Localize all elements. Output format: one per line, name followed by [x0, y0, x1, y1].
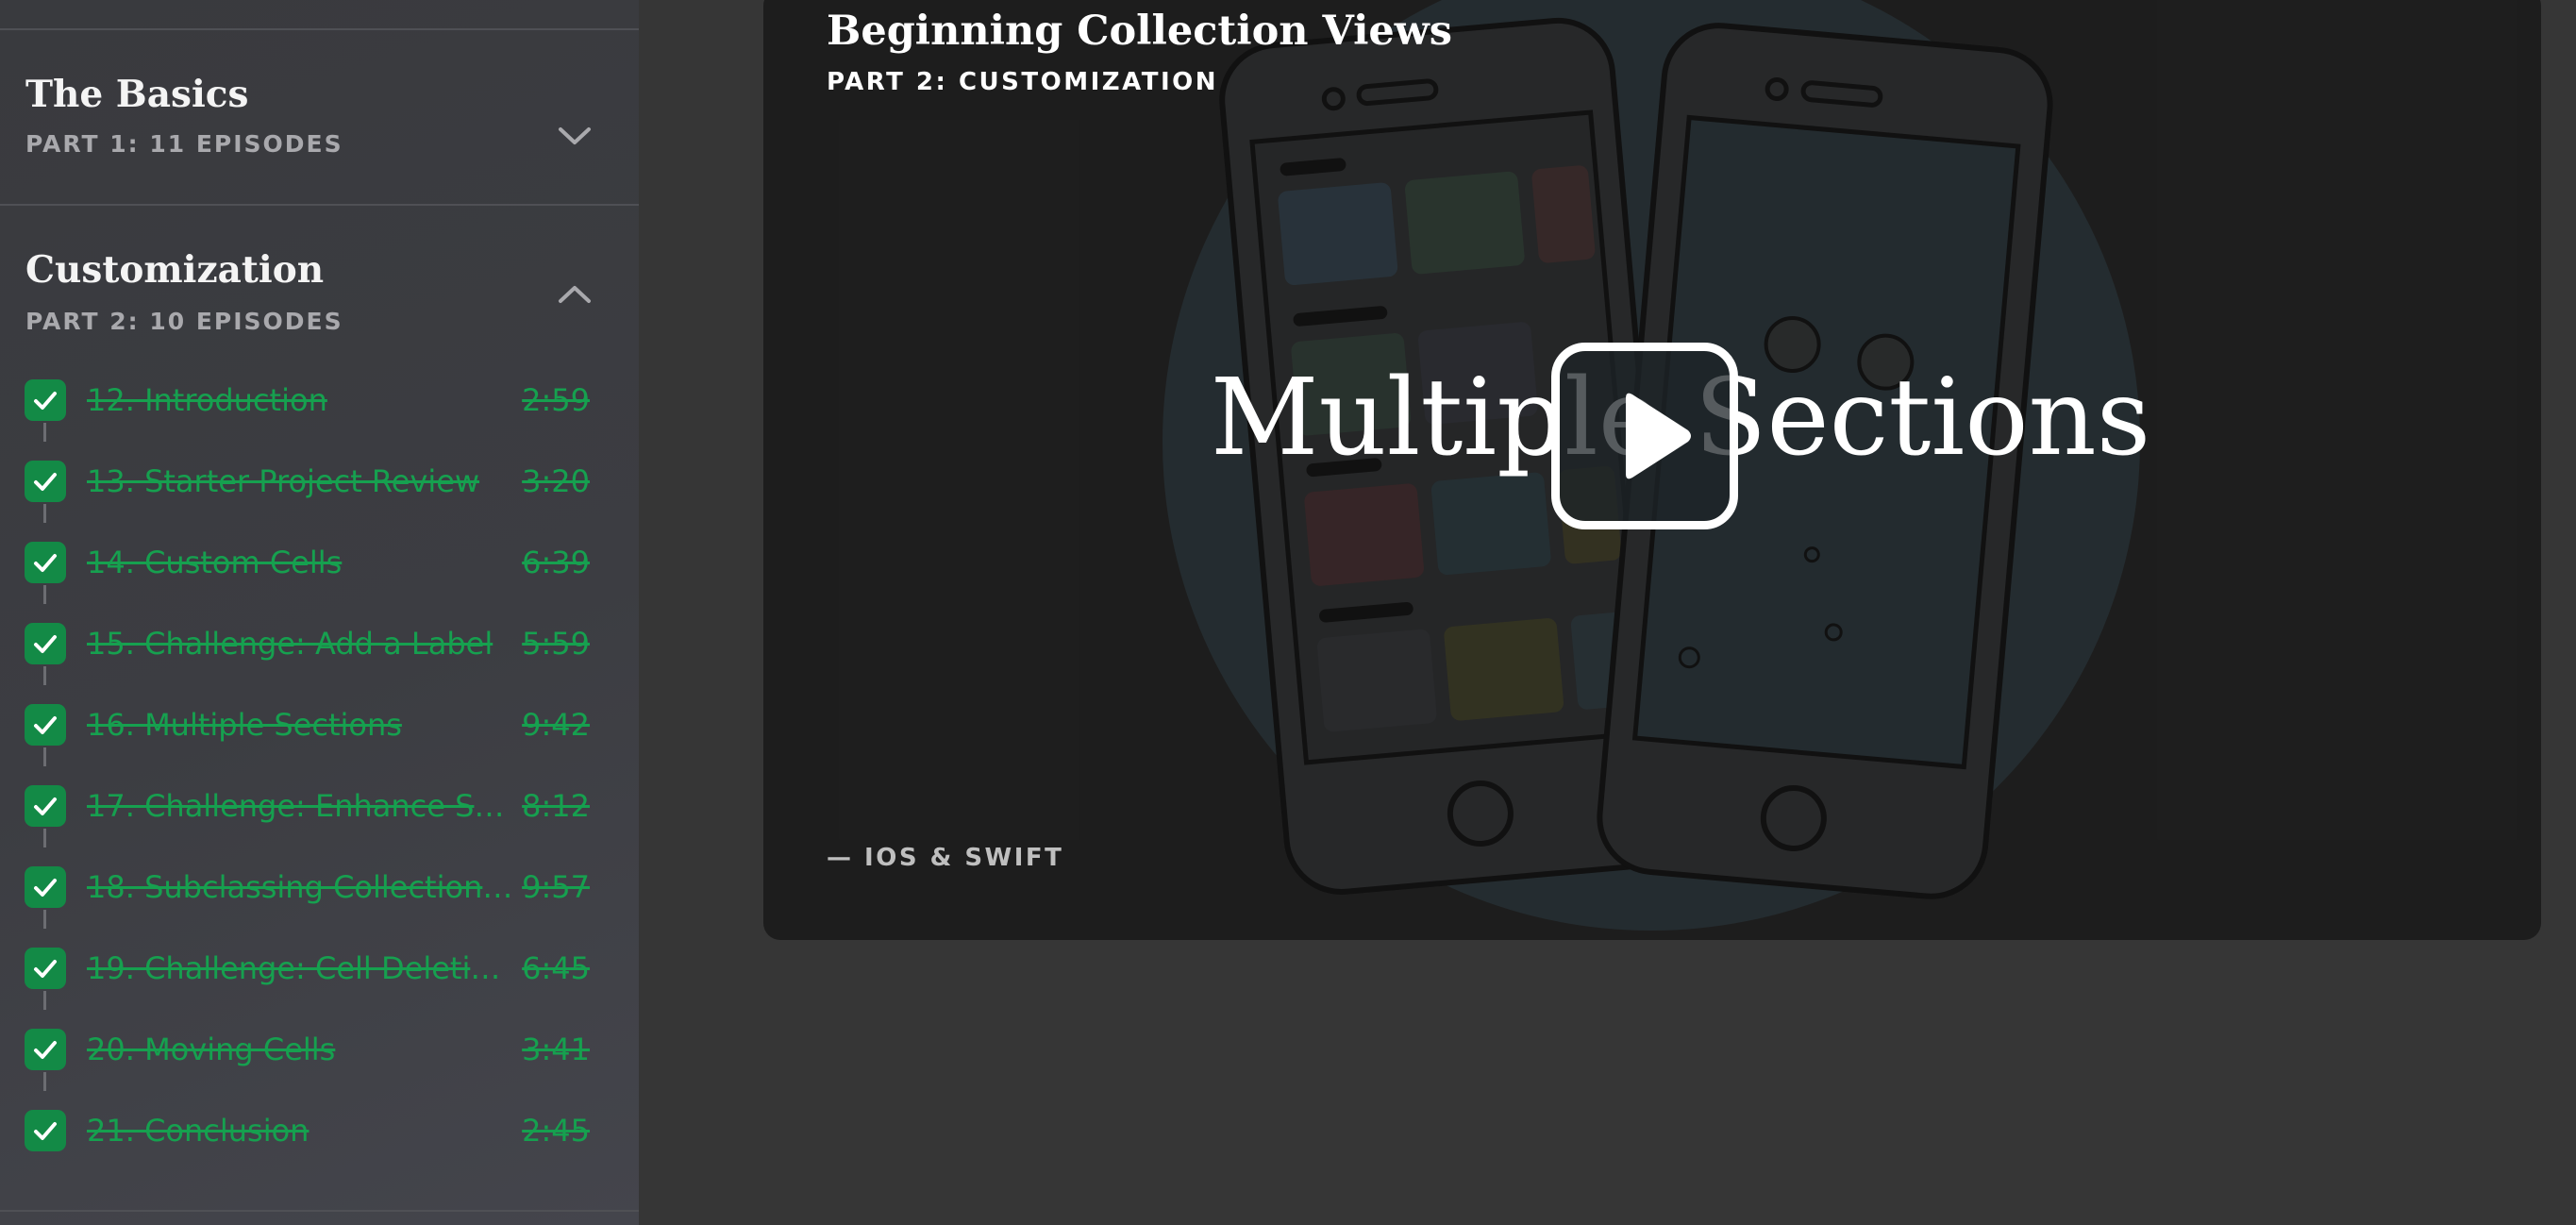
list-item[interactable]: 19. Challenge: Cell Deletion ... 6:45	[0, 927, 639, 1010]
timeline-connector	[43, 585, 46, 604]
episode-duration: 2:59	[522, 382, 590, 418]
episode-title: 13. Starter Project Review	[87, 463, 480, 499]
checkmark-icon	[25, 379, 66, 421]
video-player[interactable]: Beginning Collection Views PART 2: CUSTO…	[763, 0, 2541, 940]
chevron-down-icon[interactable]	[555, 117, 594, 157]
part-subtitle: PART 1: 11 EPISODES	[25, 130, 343, 158]
checkmark-icon	[25, 623, 66, 664]
episode-duration: 5:59	[522, 626, 590, 662]
course-part-label: PART 2: CUSTOMIZATION	[827, 68, 1219, 96]
part-title: Customization	[25, 248, 325, 292]
timeline-connector	[43, 910, 46, 929]
episode-title: 19. Challenge: Cell Deletion ...	[87, 950, 516, 986]
episode-duration: 9:57	[522, 869, 590, 905]
course-page: The Basics PART 1: 11 EPISODES Customiza…	[0, 0, 2576, 1225]
episode-title: 20. Moving Cells	[87, 1032, 336, 1067]
episode-title: 14. Custom Cells	[87, 545, 343, 580]
list-item[interactable]: 13. Starter Project Review 3:20	[0, 440, 639, 523]
timeline-connector	[43, 829, 46, 847]
episode-duration: 9:42	[522, 707, 590, 743]
episode-title: 18. Subclassing Collection ...	[87, 869, 516, 905]
list-item[interactable]: 20. Moving Cells 3:41	[0, 1008, 639, 1091]
part-title: The Basics	[25, 73, 249, 116]
timeline-connector	[43, 747, 46, 766]
checkmark-icon	[25, 704, 66, 746]
list-item[interactable]: 21. Conclusion 2:45	[0, 1089, 639, 1170]
part-customization: Customization PART 2: 10 EPISODES 12. In…	[0, 206, 639, 1206]
episode-duration: 6:45	[522, 950, 590, 986]
timeline-connector	[43, 666, 46, 685]
checkmark-icon	[25, 1110, 66, 1151]
play-button[interactable]	[1551, 343, 1738, 529]
part-the-basics[interactable]: The Basics PART 1: 11 EPISODES	[0, 30, 639, 204]
course-title: Beginning Collection Views	[827, 8, 1453, 55]
checkmark-icon	[25, 866, 66, 908]
list-item[interactable]: 15. Challenge: Add a Label 5:59	[0, 602, 639, 685]
list-item[interactable]: 16. Multiple Sections 9:42	[0, 683, 639, 766]
list-item[interactable]: 14. Custom Cells 6:39	[0, 521, 639, 604]
checkmark-icon	[25, 785, 66, 827]
sidebar-divider	[0, 1210, 639, 1212]
episode-title: 17. Challenge: Enhance Sect...	[87, 788, 516, 824]
timeline-connector	[43, 504, 46, 523]
episode-duration: 6:39	[522, 545, 590, 580]
category-label: — IOS & SWIFT	[827, 844, 1064, 872]
chevron-up-icon[interactable]	[555, 274, 594, 313]
part-subtitle: PART 2: 10 EPISODES	[25, 308, 343, 335]
episode-duration: 8:12	[522, 788, 590, 824]
list-item[interactable]: 17. Challenge: Enhance Sect... 8:12	[0, 764, 639, 847]
episode-duration: 2:45	[522, 1113, 590, 1149]
list-item[interactable]: 18. Subclassing Collection ... 9:57	[0, 846, 639, 929]
checkmark-icon	[25, 542, 66, 583]
timeline-connector	[43, 1072, 46, 1091]
checkmark-icon	[25, 461, 66, 502]
course-sidebar: The Basics PART 1: 11 EPISODES Customiza…	[0, 0, 639, 1225]
timeline-connector	[43, 991, 46, 1010]
timeline-connector	[43, 423, 46, 442]
episode-title: 15. Challenge: Add a Label	[87, 626, 493, 662]
episode-duration: 3:41	[522, 1032, 590, 1067]
list-item[interactable]: 12. Introduction 2:59	[0, 359, 639, 442]
episode-title: 16. Multiple Sections	[87, 707, 402, 743]
play-icon	[1626, 393, 1691, 479]
checkmark-icon	[25, 1029, 66, 1070]
checkmark-icon	[25, 948, 66, 989]
episode-title: 12. Introduction	[87, 382, 327, 418]
episode-duration: 3:20	[522, 463, 590, 499]
episode-title: 21. Conclusion	[87, 1113, 309, 1149]
